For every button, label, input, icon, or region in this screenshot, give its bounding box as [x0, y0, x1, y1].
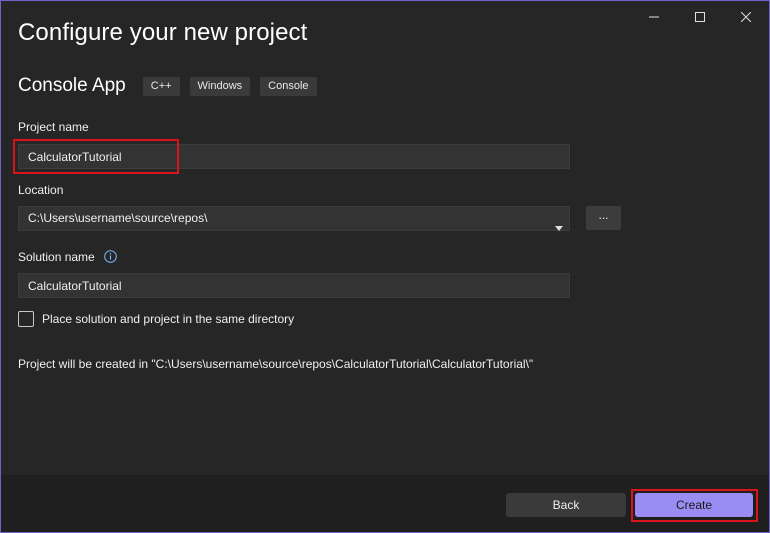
- maximize-icon[interactable]: [677, 1, 723, 33]
- template-row: Console App C++ Windows Console: [18, 75, 327, 97]
- close-icon[interactable]: [723, 1, 769, 33]
- dialog-window: Configure your new project Console App C…: [0, 0, 770, 533]
- back-button[interactable]: Back: [506, 493, 626, 517]
- create-button[interactable]: Create: [635, 493, 753, 517]
- same-directory-label[interactable]: Place solution and project in the same d…: [42, 312, 294, 326]
- solution-name-field[interactable]: [18, 273, 570, 298]
- location-value: C:\Users\username\source\repos\: [28, 211, 208, 225]
- same-directory-option[interactable]: Place solution and project in the same d…: [18, 311, 294, 327]
- dialog-footer: Back Create: [1, 475, 769, 532]
- info-icon[interactable]: [104, 250, 117, 266]
- browse-button[interactable]: ...: [586, 206, 621, 230]
- location-dropdown[interactable]: C:\Users\username\source\repos\: [18, 206, 570, 231]
- project-name-label: Project name: [18, 120, 89, 134]
- minimize-icon[interactable]: [631, 1, 677, 33]
- tag-windows: Windows: [189, 76, 251, 96]
- location-label: Location: [18, 183, 64, 197]
- tag-console: Console: [260, 76, 317, 96]
- chevron-down-icon[interactable]: [555, 216, 563, 239]
- window-controls: [631, 1, 769, 33]
- solution-name-label: Solution name: [18, 250, 95, 264]
- page-title: Configure your new project: [18, 19, 308, 46]
- project-name-field[interactable]: [18, 144, 570, 169]
- tag-cpp: C++: [142, 76, 180, 96]
- same-directory-checkbox[interactable]: [18, 311, 34, 327]
- solution-name-label-row: Solution name: [18, 250, 117, 266]
- project-path-note: Project will be created in "C:\Users\use…: [18, 357, 534, 371]
- template-name: Console App: [18, 75, 126, 96]
